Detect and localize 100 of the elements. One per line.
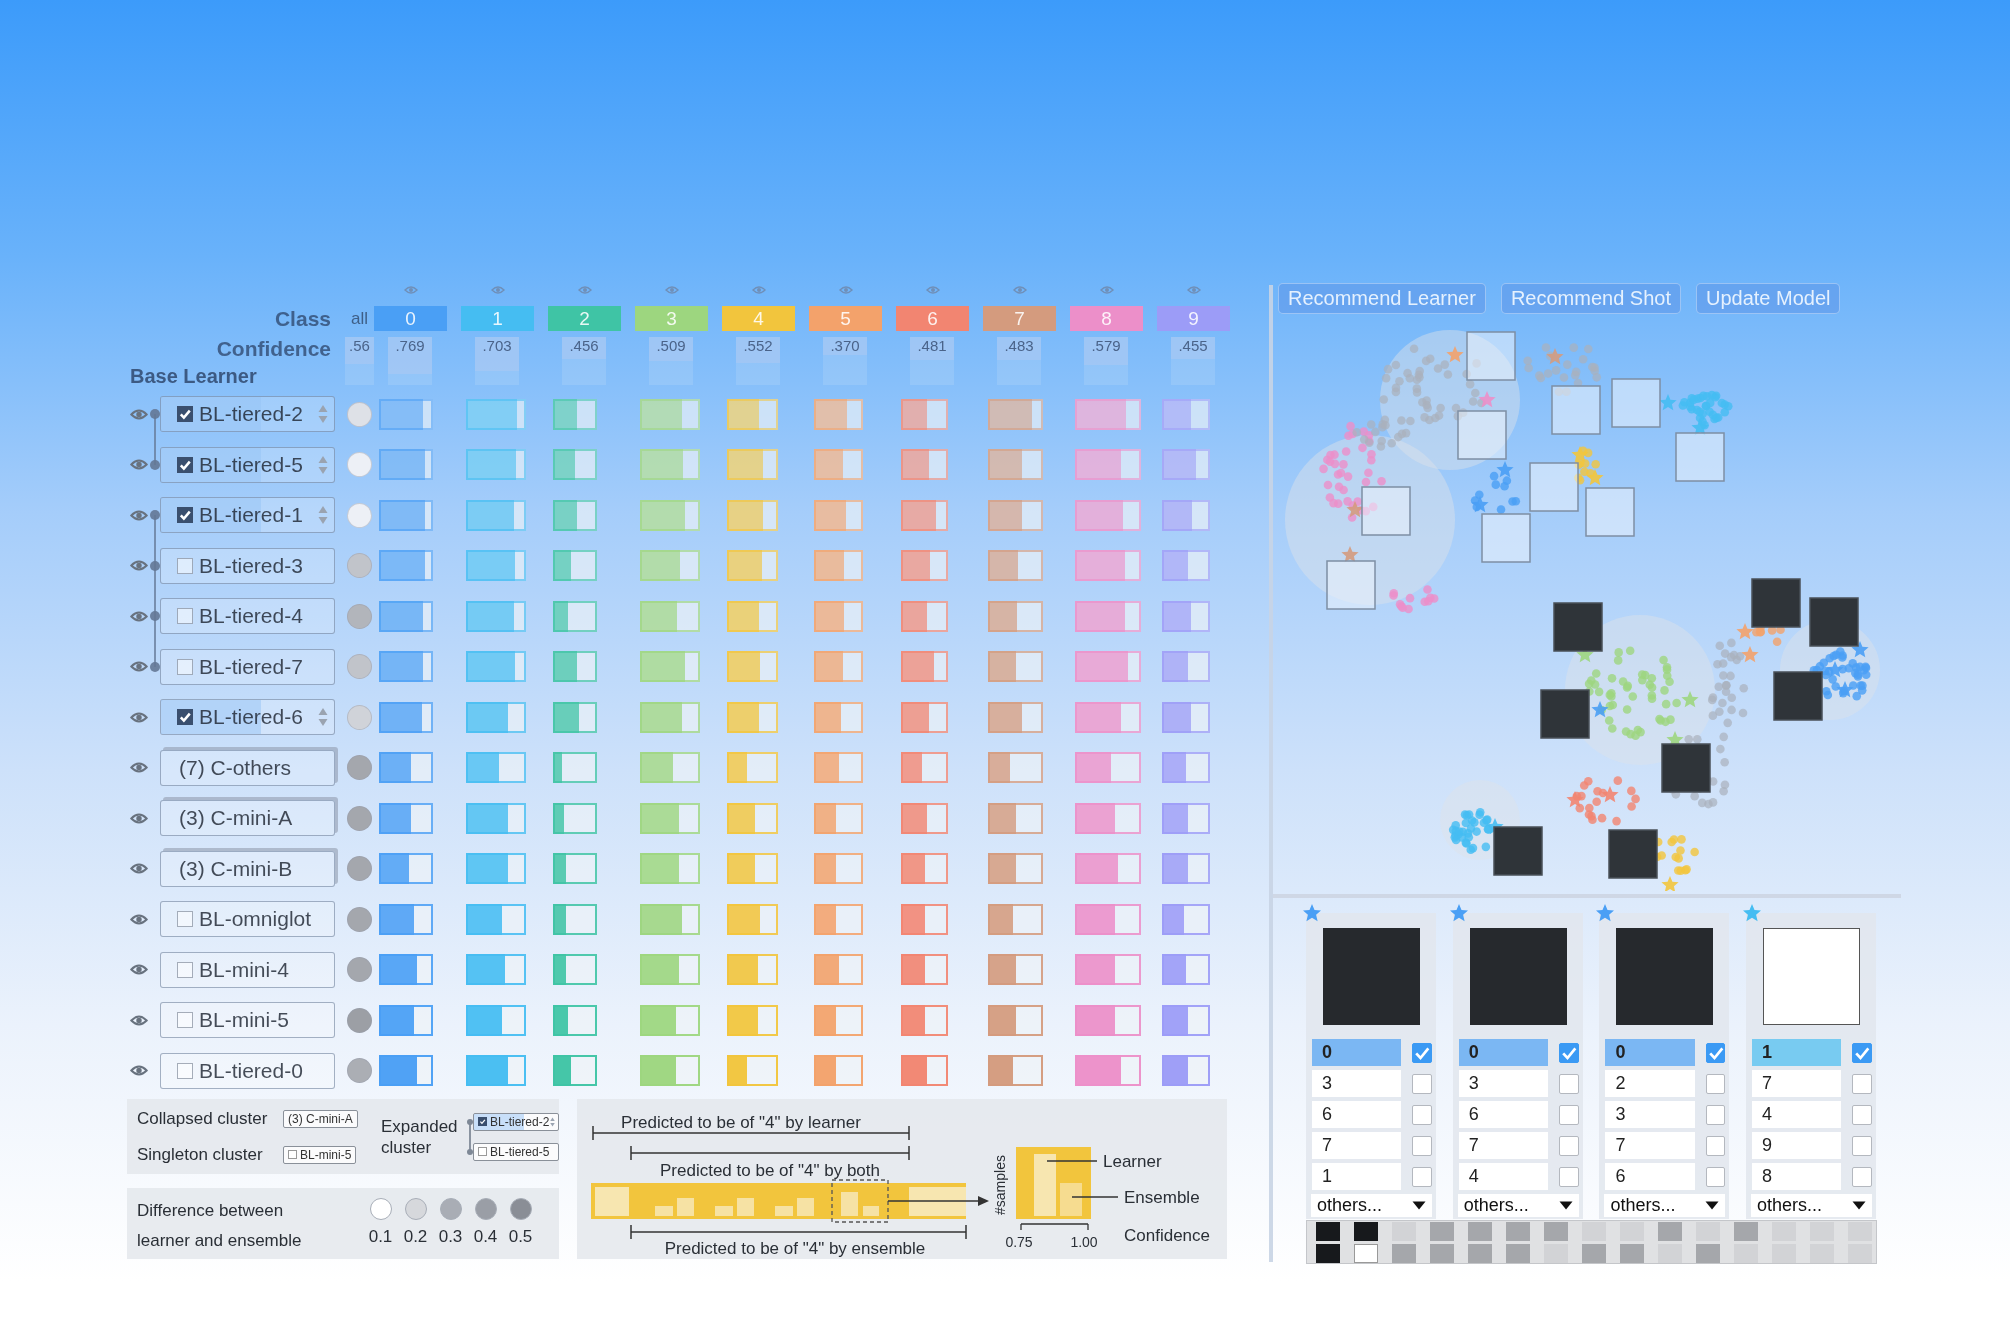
- spinner-icon[interactable]: [318, 707, 328, 728]
- digit-image[interactable]: [1493, 826, 1543, 876]
- checkbox[interactable]: [1412, 1104, 1432, 1125]
- learner-item[interactable]: BL-tiered-2: [160, 396, 335, 433]
- others-dropdown[interactable]: others...: [1457, 1194, 1579, 1217]
- digit-thumbnail[interactable]: [1468, 1222, 1492, 1241]
- digit-thumbnail[interactable]: [1354, 1244, 1378, 1263]
- star-icon[interactable]: [1742, 903, 1763, 923]
- digit-image[interactable]: [1529, 462, 1579, 512]
- star-icon[interactable]: [1595, 903, 1616, 923]
- digit-image[interactable]: [1361, 486, 1411, 536]
- checkbox[interactable]: [177, 507, 193, 524]
- learner-item[interactable]: (3) C-mini-B: [160, 850, 335, 887]
- others-dropdown[interactable]: others...: [1751, 1194, 1873, 1217]
- learner-item[interactable]: BL-tiered-6: [160, 699, 335, 736]
- checkbox[interactable]: [1558, 1135, 1579, 1156]
- learner-item[interactable]: BL-tiered-5: [160, 446, 335, 483]
- spinner-icon[interactable]: [318, 505, 328, 526]
- checkbox[interactable]: [1558, 1166, 1579, 1187]
- digit-image[interactable]: [1661, 743, 1711, 793]
- checkbox[interactable]: [177, 709, 193, 726]
- label-option[interactable]: 6: [1458, 1101, 1548, 1128]
- checkbox[interactable]: [177, 1062, 193, 1079]
- digit-thumbnail[interactable]: [1810, 1244, 1834, 1263]
- checkbox[interactable]: [1705, 1166, 1726, 1187]
- digit-thumbnail[interactable]: [1430, 1244, 1454, 1263]
- eye-icon[interactable]: [130, 963, 148, 977]
- digit-image[interactable]: [1675, 432, 1725, 482]
- digit-image[interactable]: [1585, 487, 1635, 537]
- digit-thumbnail[interactable]: [1392, 1244, 1416, 1263]
- checkbox[interactable]: [1412, 1042, 1432, 1063]
- learner-item[interactable]: BL-omniglot: [160, 901, 335, 938]
- digit-thumbnail[interactable]: [1468, 1244, 1492, 1263]
- spinner-icon[interactable]: [318, 454, 328, 475]
- checkbox[interactable]: [177, 557, 193, 574]
- checkbox[interactable]: [177, 608, 193, 625]
- label-option[interactable]: 1: [1752, 1039, 1842, 1066]
- spinner-icon[interactable]: [318, 404, 328, 425]
- learner-item[interactable]: BL-tiered-7: [160, 648, 335, 685]
- label-option[interactable]: 4: [1458, 1163, 1548, 1190]
- checkbox[interactable]: [1852, 1073, 1873, 1094]
- digit-image[interactable]: [1611, 378, 1661, 428]
- checkbox[interactable]: [177, 911, 193, 928]
- eye-icon[interactable]: [130, 559, 148, 573]
- digit-thumbnail[interactable]: [1772, 1244, 1796, 1263]
- eye-icon[interactable]: [130, 407, 148, 421]
- others-dropdown[interactable]: others...: [1604, 1194, 1726, 1217]
- checkbox[interactable]: [1558, 1073, 1579, 1094]
- checkbox[interactable]: [1852, 1104, 1873, 1125]
- learner-item[interactable]: BL-tiered-4: [160, 598, 335, 635]
- checkbox[interactable]: [1412, 1135, 1432, 1156]
- learner-item[interactable]: BL-tiered-3: [160, 547, 335, 584]
- others-dropdown[interactable]: others...: [1311, 1194, 1432, 1217]
- learner-item[interactable]: BL-tiered-0: [160, 1052, 335, 1089]
- checkbox[interactable]: [177, 658, 193, 675]
- label-option[interactable]: 9: [1752, 1132, 1842, 1159]
- checkbox[interactable]: [1852, 1135, 1873, 1156]
- eye-icon[interactable]: [130, 458, 148, 472]
- checkbox[interactable]: [177, 961, 193, 978]
- digit-thumbnail[interactable]: [1658, 1244, 1682, 1263]
- eye-icon[interactable]: [130, 660, 148, 674]
- label-option[interactable]: 8: [1752, 1163, 1842, 1190]
- digit-image[interactable]: [1481, 513, 1531, 563]
- checkbox[interactable]: [177, 1012, 193, 1029]
- checkbox[interactable]: [1705, 1104, 1726, 1125]
- eye-icon[interactable]: [130, 862, 148, 876]
- label-option[interactable]: 3: [1458, 1070, 1548, 1097]
- label-option[interactable]: 6: [1605, 1163, 1695, 1190]
- learner-item[interactable]: (7) C-others: [160, 749, 335, 786]
- checkbox[interactable]: [177, 456, 193, 473]
- label-option[interactable]: 7: [1605, 1132, 1695, 1159]
- digit-image[interactable]: [1540, 689, 1590, 739]
- digit-thumbnail[interactable]: [1734, 1244, 1758, 1263]
- eye-icon[interactable]: [130, 508, 148, 522]
- label-option[interactable]: 7: [1312, 1132, 1402, 1159]
- digit-image[interactable]: [1457, 410, 1507, 460]
- star-icon[interactable]: [1302, 903, 1322, 923]
- checkbox[interactable]: [177, 406, 193, 423]
- eye-icon[interactable]: [130, 811, 148, 825]
- label-option[interactable]: 6: [1312, 1101, 1402, 1128]
- checkbox[interactable]: [1558, 1104, 1579, 1125]
- checkbox[interactable]: [1705, 1042, 1726, 1063]
- label-option[interactable]: 4: [1752, 1101, 1842, 1128]
- label-option[interactable]: 3: [1312, 1070, 1402, 1097]
- digit-image[interactable]: [1466, 331, 1516, 381]
- digit-thumbnail[interactable]: [1316, 1222, 1340, 1241]
- checkbox[interactable]: [1852, 1166, 1873, 1187]
- checkbox[interactable]: [1852, 1042, 1873, 1063]
- checkbox[interactable]: [1412, 1073, 1432, 1094]
- label-option[interactable]: 0: [1458, 1039, 1548, 1066]
- digit-image[interactable]: [1551, 385, 1601, 435]
- digit-thumbnail[interactable]: [1582, 1222, 1606, 1241]
- digit-thumbnail[interactable]: [1316, 1244, 1340, 1263]
- eye-icon[interactable]: [130, 1064, 148, 1078]
- checkbox[interactable]: [288, 1150, 297, 1159]
- digit-thumbnail[interactable]: [1696, 1222, 1720, 1241]
- learner-item[interactable]: BL-mini-4: [160, 951, 335, 988]
- label-option[interactable]: 1: [1312, 1163, 1402, 1190]
- checkbox[interactable]: [1705, 1135, 1726, 1156]
- eye-icon[interactable]: [130, 1013, 148, 1027]
